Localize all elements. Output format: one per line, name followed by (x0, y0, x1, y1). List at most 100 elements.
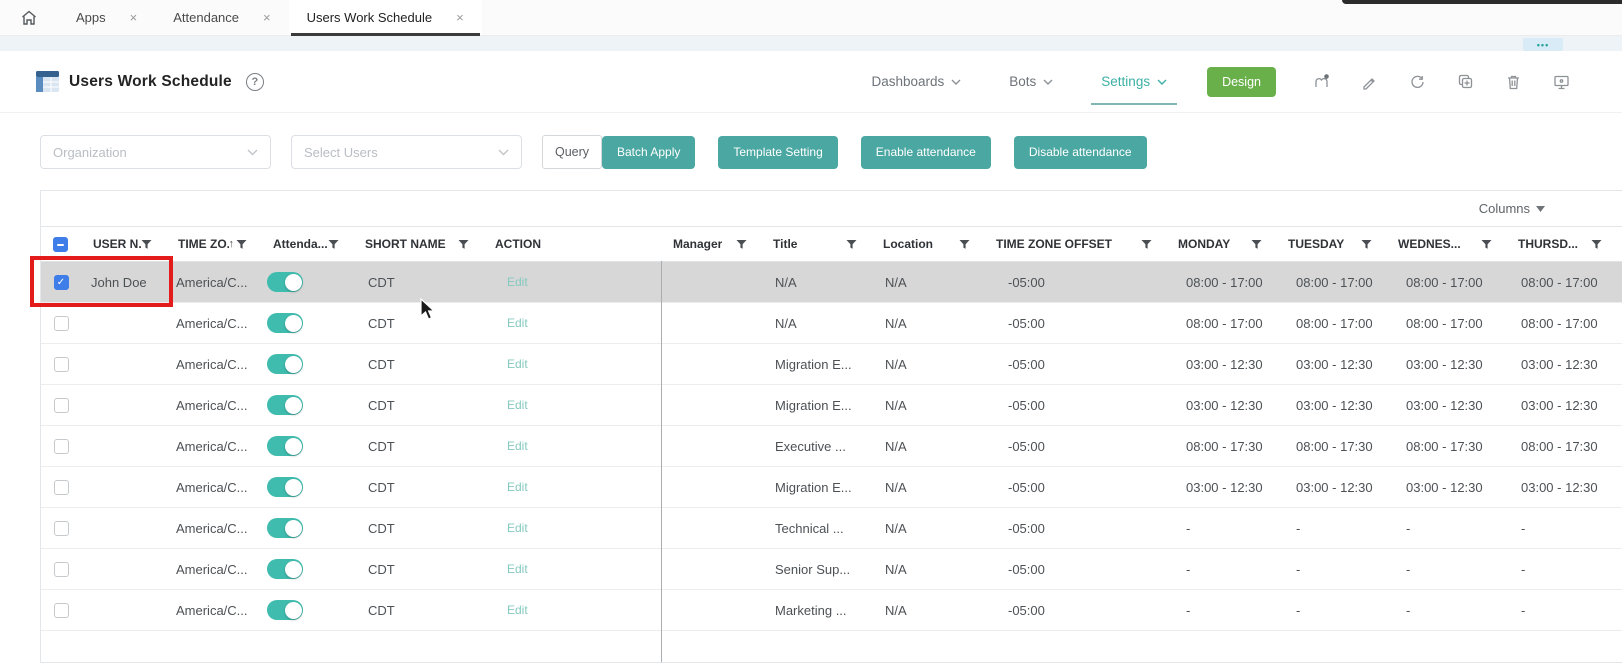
attendance-toggle[interactable] (267, 600, 303, 620)
close-icon[interactable]: × (263, 11, 271, 24)
action-cell: Edit (483, 508, 661, 548)
attendance-toggle[interactable] (267, 354, 303, 374)
close-icon[interactable]: × (130, 11, 138, 24)
ghost-cell (1616, 549, 1622, 589)
tuesday-cell: 08:00 - 17:00 (1296, 315, 1373, 331)
refresh-icon[interactable] (1408, 73, 1426, 91)
table-row[interactable]: America/C... CDT Edit Migration E... N/A -05:… (41, 467, 1622, 508)
enable-attendance-button[interactable]: Enable attendance (860, 135, 991, 169)
filter-icon[interactable] (141, 239, 152, 250)
edit-link[interactable]: Edit (507, 562, 528, 576)
browser-artifact-strip (1342, 0, 1622, 4)
monitor-icon[interactable] (1552, 73, 1570, 91)
caret-down-icon (1536, 205, 1545, 212)
attendance-toggle[interactable] (267, 518, 303, 538)
attendance-toggle[interactable] (267, 436, 303, 456)
table-row[interactable]: America/C... CDT Edit Marketing ... N/A -05:0… (41, 590, 1622, 631)
row-checkbox[interactable] (53, 438, 69, 454)
share-icon[interactable] (1312, 73, 1330, 91)
wednesday-cell: 08:00 - 17:00 (1406, 315, 1483, 331)
filter-icon[interactable] (236, 239, 247, 250)
organization-select[interactable]: Organization (40, 135, 271, 169)
copy-plus-icon[interactable] (1456, 73, 1474, 91)
row-checkbox[interactable]: ✓ (53, 274, 69, 290)
template-setting-button[interactable]: Template Setting (718, 135, 838, 169)
help-icon[interactable]: ? (245, 72, 264, 91)
edit-link[interactable]: Edit (507, 357, 528, 371)
tab-attendance[interactable]: Attendance × (155, 0, 288, 35)
nav-settings[interactable]: Settings (1091, 74, 1177, 105)
filter-icon[interactable] (458, 239, 469, 250)
title-cell: Technical ... (775, 520, 844, 536)
pencil-icon[interactable] (1360, 73, 1378, 91)
close-icon[interactable]: × (456, 11, 464, 24)
edit-link[interactable]: Edit (507, 316, 528, 330)
table-row[interactable]: America/C... CDT Edit N/A N/A -05:00 08:00 - 1… (41, 303, 1622, 344)
attendance-toggle[interactable] (267, 395, 303, 415)
location-cell: N/A (885, 397, 907, 413)
design-button[interactable]: Design (1207, 66, 1276, 97)
filter-icon[interactable] (846, 239, 857, 250)
row-checkbox[interactable] (53, 520, 69, 536)
attendance-toggle[interactable] (267, 477, 303, 497)
row-checkbox[interactable] (53, 479, 69, 495)
filter-icon[interactable] (959, 239, 970, 250)
query-button[interactable]: Query (542, 135, 602, 169)
ghost-cell (1616, 467, 1622, 507)
edit-link[interactable]: Edit (507, 603, 528, 617)
page-title: Users Work Schedule (69, 72, 232, 90)
time-zone-cell: America/C... (176, 602, 248, 618)
column-header-label: SHORT NAME (365, 237, 446, 251)
monday-cell: - (1186, 561, 1191, 577)
row-checkbox[interactable] (53, 315, 69, 331)
home-button[interactable] (0, 0, 58, 35)
row-checkbox[interactable] (53, 561, 69, 577)
sort-asc-icon[interactable]: ↑ (229, 238, 235, 250)
filter-icon[interactable] (736, 239, 747, 250)
table-row[interactable]: America/C... CDT Edit Migration E... N/A -05:… (41, 344, 1622, 385)
table-row[interactable]: America/C... CDT Edit Senior Sup... N/A -05:0… (41, 549, 1622, 590)
row-checkbox[interactable] (53, 602, 69, 618)
column-header-thursday: THURSD... (1506, 227, 1616, 261)
table-row[interactable]: America/C... CDT Edit Executive ... N/A -05:0… (41, 426, 1622, 467)
filter-icon[interactable] (1591, 239, 1602, 250)
filter-icon[interactable] (1361, 239, 1372, 250)
thursday-cell: - (1521, 602, 1526, 618)
attendance-toggle[interactable] (267, 272, 303, 292)
time-zone-offset-cell: -05:00 (1008, 561, 1045, 577)
row-checkbox[interactable] (53, 397, 69, 413)
attendance-toggle[interactable] (267, 313, 303, 333)
batch-apply-button[interactable]: Batch Apply (602, 135, 696, 169)
edit-link[interactable]: Edit (507, 439, 528, 453)
time-zone-offset-cell: -05:00 (1008, 315, 1045, 331)
nav-bots[interactable]: Bots (1009, 74, 1053, 89)
edit-link[interactable]: Edit (507, 521, 528, 535)
more-button[interactable]: ••• (1523, 38, 1563, 51)
row-checkbox[interactable] (53, 356, 69, 372)
table-row[interactable]: ✓ John Doe America/C... CDT Edit N/A N/A -05:00… (41, 262, 1622, 303)
select-users-select[interactable]: Select Users (291, 135, 522, 169)
trash-icon[interactable] (1504, 73, 1522, 91)
attendance-toggle[interactable] (267, 559, 303, 579)
filter-icon[interactable] (1481, 239, 1492, 250)
filter-icon[interactable] (328, 239, 339, 250)
short-name-cell: CDT (368, 520, 395, 536)
tab-apps[interactable]: Apps × (58, 0, 155, 35)
frozen-column-divider (661, 261, 662, 662)
nav-dashboards[interactable]: Dashboards (871, 74, 961, 89)
table-toolbar: Columns (41, 191, 1622, 226)
location-cell: N/A (885, 520, 907, 536)
table-row[interactable]: America/C... CDT Edit Migration E... N/A -05:… (41, 385, 1622, 426)
disable-attendance-button[interactable]: Disable attendance (1013, 135, 1147, 169)
filter-icon[interactable] (1141, 239, 1152, 250)
edit-link[interactable]: Edit (507, 275, 528, 289)
manager-cell (661, 508, 761, 548)
select-all-checkbox[interactable] (52, 236, 68, 252)
filter-icon[interactable] (1251, 239, 1262, 250)
edit-link[interactable]: Edit (507, 398, 528, 412)
tab-users-work-schedule[interactable]: Users Work Schedule × (288, 0, 482, 36)
columns-button[interactable]: Columns (1479, 201, 1545, 216)
edit-link[interactable]: Edit (507, 480, 528, 494)
table-row[interactable]: America/C... CDT Edit Technical ... N/A -05:0… (41, 508, 1622, 549)
attendance-cell (261, 262, 353, 302)
